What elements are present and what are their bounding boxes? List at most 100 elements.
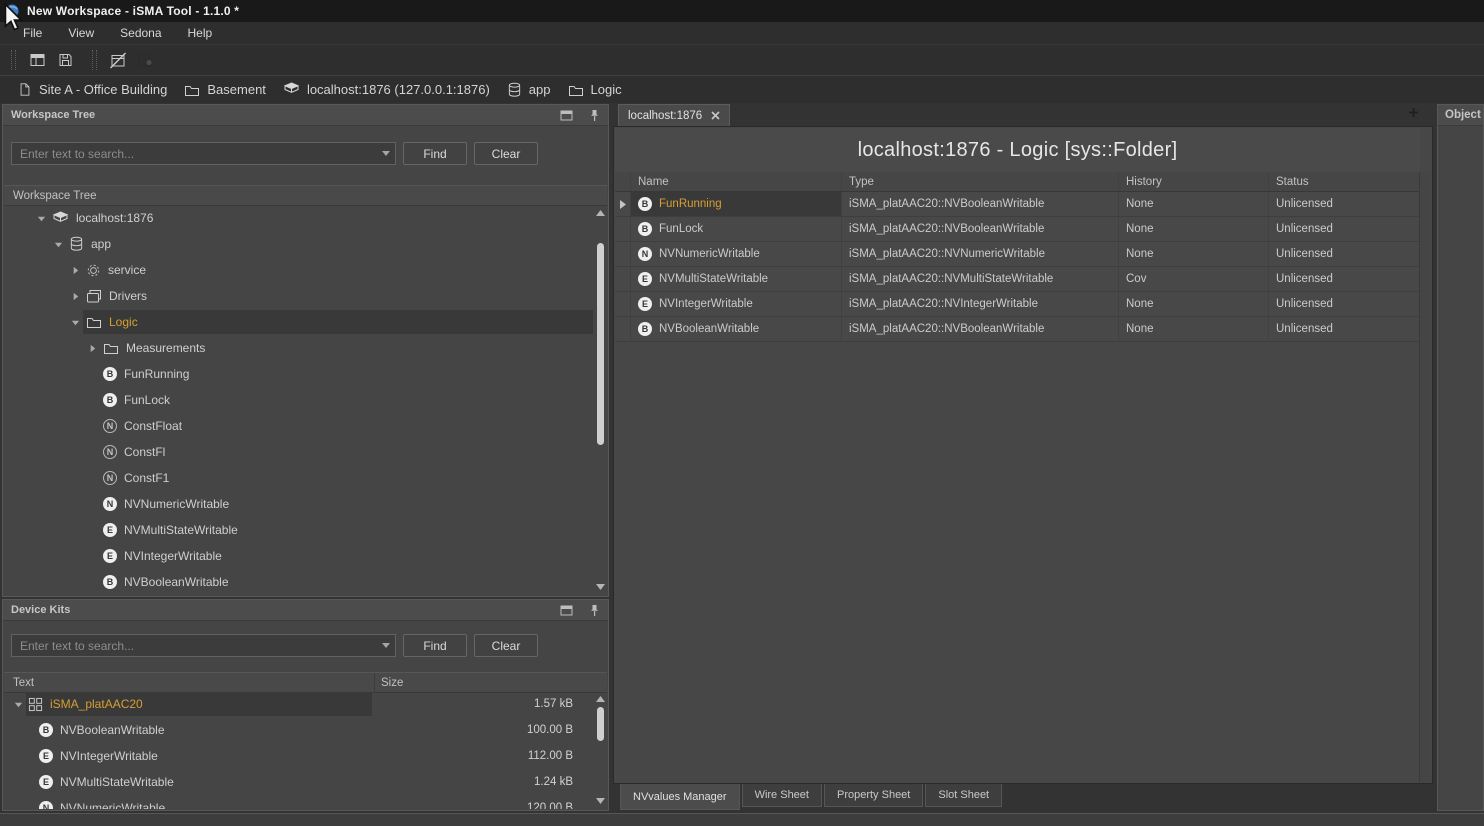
tree-node-nvbooleanwritable[interactable]: BNVBooleanWritable: [4, 569, 593, 595]
expander-collapsed-icon[interactable]: [67, 292, 83, 301]
tree-node-constfl[interactable]: NConstFl: [4, 439, 593, 465]
kit-row-nvbooleanwritable[interactable]: BNVBooleanWritable100.00 B: [4, 717, 593, 743]
pin-icon[interactable]: [589, 604, 600, 617]
menu-item-help[interactable]: Help: [175, 22, 226, 44]
device-kits-panel-header: Device Kits: [3, 600, 608, 621]
toolbar-grip[interactable]: [11, 50, 16, 70]
tree-node-service[interactable]: service: [4, 257, 593, 283]
window-edit-button[interactable]: [104, 47, 132, 73]
maximize-icon[interactable]: [560, 605, 573, 616]
kit-row-nvmultistatewritable[interactable]: ENVMultiStateWritable1.24 kB: [4, 769, 593, 795]
maximize-icon[interactable]: [560, 110, 573, 121]
kit-text-cell: BNVBooleanWritable: [4, 718, 372, 742]
close-icon[interactable]: [711, 111, 720, 120]
expander-expanded-icon[interactable]: [33, 214, 49, 223]
expander-expanded-icon[interactable]: [10, 700, 26, 709]
tree-node-content: Measurements: [100, 336, 593, 360]
device-kits-list: iSMA_platAAC201.57 kBBNVBooleanWritable1…: [4, 691, 593, 809]
tree-node-nvintegerwritable[interactable]: ENVIntegerWritable: [4, 543, 593, 569]
kit-row-isma_plataac20[interactable]: iSMA_platAAC201.57 kB: [4, 691, 593, 717]
menu-item-file[interactable]: File: [10, 22, 55, 44]
new-workspace-button[interactable]: [23, 47, 51, 73]
tree-node-nvnumericwritable[interactable]: NNVNumericWritable: [4, 491, 593, 517]
table-row-nvintegerwritable[interactable]: ENVIntegerWritableiSMA_platAAC20::NVInte…: [615, 292, 1420, 317]
circle-e-icon: E: [103, 549, 117, 563]
tree-node-funrunning[interactable]: BFunRunning: [4, 361, 593, 387]
kit-label: NVMultiStateWritable: [60, 775, 174, 789]
view-tab-nvvalues-manager[interactable]: NVvalues Manager: [620, 784, 740, 810]
window-search-button[interactable]: [132, 47, 160, 73]
circle-b-icon: B: [103, 575, 117, 589]
menu-item-sedona[interactable]: Sedona: [107, 22, 174, 44]
kit-row-nvintegerwritable[interactable]: ENVIntegerWritable112.00 B: [4, 743, 593, 769]
view-tab-slot-sheet[interactable]: Slot Sheet: [925, 784, 1002, 807]
chevron-down-icon[interactable]: [382, 642, 390, 649]
column-status[interactable]: Status: [1269, 172, 1420, 191]
add-tab-icon[interactable]: [1408, 107, 1419, 118]
workspace-tree-search-input[interactable]: [11, 142, 396, 165]
chevron-down-icon[interactable]: [382, 150, 390, 157]
workspace-tree-clear-button[interactable]: Clear: [474, 142, 538, 165]
tree-node-constfloat[interactable]: NConstFloat: [4, 413, 593, 439]
scroll-down-icon[interactable]: [594, 580, 607, 592]
tree-node-label: FunRunning: [124, 367, 189, 381]
tree-node-label: NVMultiStateWritable: [124, 523, 238, 537]
tree-node-drivers[interactable]: Drivers: [4, 283, 593, 309]
expander-expanded-icon[interactable]: [50, 240, 66, 249]
menu-item-view[interactable]: View: [55, 22, 107, 44]
tab-localhost-1876[interactable]: localhost:1876: [618, 104, 730, 126]
tree-node-constf1[interactable]: NConstF1: [4, 465, 593, 491]
breadcrumb-item-2[interactable]: localhost:1876 (127.0.0.1:1876): [283, 82, 490, 97]
breadcrumb-item-1[interactable]: Basement: [184, 82, 266, 97]
cell-name-label: FunLock: [659, 223, 703, 235]
table-row-nvnumericwritable[interactable]: NNVNumericWritableiSMA_platAAC20::NVNume…: [615, 242, 1420, 267]
scrollbar-thumb[interactable]: [597, 243, 604, 445]
tree-node-logic[interactable]: Logic: [4, 309, 593, 335]
kit-row-nvnumericwritable[interactable]: NNVNumericWritable120.00 B: [4, 795, 593, 809]
scrollbar-thumb[interactable]: [597, 707, 604, 741]
kit-row-content: ENVMultiStateWritable: [37, 770, 372, 794]
expander-collapsed-icon[interactable]: [67, 266, 83, 275]
scroll-up-icon[interactable]: [594, 207, 607, 219]
kit-grid-icon: [28, 697, 43, 712]
tree-node-localhost:1876[interactable]: localhost:1876: [4, 205, 593, 231]
tree-node-app[interactable]: app: [4, 231, 593, 257]
breadcrumb-item-3[interactable]: app: [507, 82, 551, 98]
device-kits-panel-title: Device Kits: [11, 604, 544, 616]
status-strip: [0, 813, 1484, 826]
device-kits-find-button[interactable]: Find: [403, 634, 467, 657]
title-bar: New Workspace - iSMA Tool - 1.1.0 *: [0, 0, 1484, 22]
table-row-nvbooleanwritable[interactable]: BNVBooleanWritableiSMA_platAAC20::NVBool…: [615, 317, 1420, 342]
column-text[interactable]: Text: [13, 673, 34, 692]
tree-node-funlock[interactable]: BFunLock: [4, 387, 593, 413]
tree-node-content: ENVIntegerWritable: [100, 544, 593, 568]
gear-icon: [86, 263, 101, 278]
table-row-funlock[interactable]: BFunLockiSMA_platAAC20::NVBooleanWritabl…: [615, 217, 1420, 242]
circle-b-icon: B: [39, 723, 53, 737]
device-kits-search-input[interactable]: [11, 634, 396, 657]
table-row-funrunning[interactable]: BFunRunningiSMA_platAAC20::NVBooleanWrit…: [615, 192, 1420, 217]
breadcrumb-item-0[interactable]: Site A - Office Building: [18, 82, 167, 97]
tree-node-nvmultistatewritable[interactable]: ENVMultiStateWritable: [4, 517, 593, 543]
toolbar-grip[interactable]: [92, 50, 97, 70]
tree-node-measurements[interactable]: Measurements: [4, 335, 593, 361]
workspace-tree-find-button[interactable]: Find: [403, 142, 467, 165]
column-name[interactable]: Name: [631, 172, 842, 191]
view-tab-wire-sheet[interactable]: Wire Sheet: [742, 784, 822, 807]
scroll-down-icon[interactable]: [594, 794, 607, 806]
column-size[interactable]: Size: [374, 673, 607, 692]
view-tabs: NVvalues ManagerWire SheetProperty Sheet…: [613, 784, 1433, 811]
column-history[interactable]: History: [1119, 172, 1269, 191]
device-kits-clear-button[interactable]: Clear: [474, 634, 538, 657]
circle-e-icon: E: [638, 272, 652, 286]
expander-expanded-icon[interactable]: [67, 318, 83, 327]
save-button[interactable]: [51, 47, 79, 73]
scroll-up-icon[interactable]: [594, 693, 607, 705]
pin-icon[interactable]: [589, 109, 600, 122]
expander-collapsed-icon[interactable]: [84, 344, 100, 353]
app-logo-icon: [4, 3, 20, 19]
breadcrumb-item-4[interactable]: Logic: [568, 82, 622, 97]
column-type[interactable]: Type: [842, 172, 1119, 191]
table-row-nvmultistatewritable[interactable]: ENVMultiStateWritableiSMA_platAAC20::NVM…: [615, 267, 1420, 292]
view-tab-property-sheet[interactable]: Property Sheet: [824, 784, 923, 807]
